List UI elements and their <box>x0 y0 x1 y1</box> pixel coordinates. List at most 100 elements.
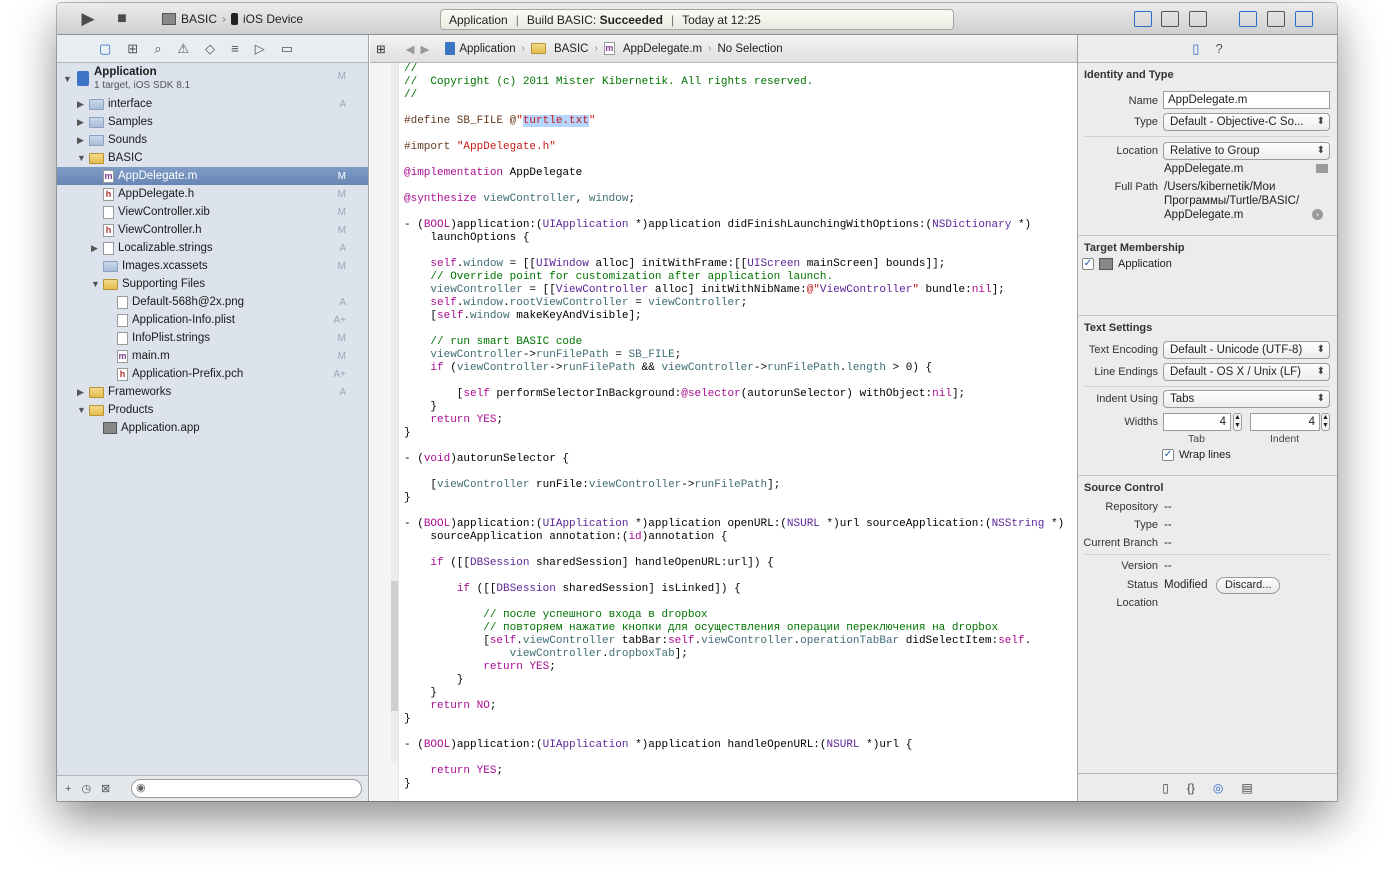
reveal-folder-icon[interactable] <box>1316 164 1328 173</box>
code-line[interactable] <box>404 596 1072 609</box>
code-line[interactable]: if ([[DBSession sharedSession] isLinked]… <box>404 583 1072 596</box>
debug-area-toggle-icon[interactable] <box>1267 11 1285 27</box>
code-line[interactable]: self.window.rootViewController = viewCon… <box>404 297 1072 310</box>
code-text[interactable]: //// Copyright (c) 2011 Mister Kiberneti… <box>404 63 1072 801</box>
crumb-project[interactable]: Application <box>445 42 516 55</box>
code-line[interactable]: return YES; <box>404 765 1072 778</box>
code-line[interactable] <box>404 544 1072 557</box>
tree-item-infoplist-strings[interactable]: InfoPlist.strings M <box>57 329 368 347</box>
navigator-toggle-icon[interactable] <box>1239 11 1257 27</box>
file-template-library-icon[interactable]: ▯ <box>1162 781 1169 795</box>
code-line[interactable]: - (void)autorunSelector { <box>404 453 1072 466</box>
tree-item-application-info-plist[interactable]: Application-Info.plist A+ <box>57 311 368 329</box>
indent-using-popup[interactable]: Tabs <box>1163 390 1330 408</box>
disclosure-triangle-icon[interactable]: ▼ <box>77 153 86 163</box>
code-line[interactable]: // после успешного входа в dropbox <box>404 609 1072 622</box>
crumb-file[interactable]: m AppDelegate.m <box>603 42 702 55</box>
code-line[interactable]: [self.window makeKeyAndVisible]; <box>404 310 1072 323</box>
forward-icon[interactable]: ▶ <box>421 42 430 56</box>
disclosure-triangle-icon[interactable]: ▶ <box>77 117 84 128</box>
code-snippet-library-icon[interactable]: {} <box>1187 781 1195 795</box>
code-line[interactable] <box>404 466 1072 479</box>
code-line[interactable] <box>404 245 1072 258</box>
disclosure-triangle-icon[interactable]: ▼ <box>91 279 100 289</box>
location-popup[interactable]: Relative to Group <box>1163 142 1330 160</box>
code-line[interactable]: // <box>404 63 1072 76</box>
code-line[interactable]: return YES; <box>404 661 1072 674</box>
breakpoint-navigator-icon[interactable]: ▷ <box>255 41 265 57</box>
disclosure-triangle-icon[interactable]: ▶ <box>77 387 84 398</box>
tree-item-supporting-files[interactable]: ▼ Supporting Files <box>57 275 368 293</box>
code-line[interactable] <box>404 323 1072 336</box>
code-line[interactable] <box>404 102 1072 115</box>
tree-item-appdelegate-h[interactable]: h AppDelegate.h M <box>57 185 368 203</box>
project-navigator-icon[interactable]: ▢ <box>99 41 111 57</box>
code-line[interactable]: - (BOOL)application:(UIApplication *)app… <box>404 219 1072 232</box>
wrap-lines-option[interactable]: ✓ Wrap lines <box>1162 449 1231 461</box>
tab-width-stepper[interactable]: ▲ ▼ <box>1233 413 1242 431</box>
issue-navigator-icon[interactable]: ⚠ <box>177 41 189 57</box>
test-navigator-icon[interactable]: ◇ <box>205 41 215 57</box>
code-line[interactable]: } <box>404 713 1072 726</box>
wrap-lines-checkbox[interactable]: ✓ <box>1162 449 1174 461</box>
code-line[interactable]: - (BOOL)application:(UIApplication *)app… <box>404 739 1072 752</box>
code-line[interactable] <box>404 375 1072 388</box>
tree-item-default-568h-2x-png[interactable]: Default-568h@2x.png A <box>57 293 368 311</box>
reveal-arrow-icon[interactable]: › <box>1312 209 1323 220</box>
disclosure-triangle-icon[interactable]: ▶ <box>77 135 84 146</box>
navigator-filter-field[interactable]: ◉ <box>131 779 362 798</box>
standard-editor-icon[interactable] <box>1134 11 1152 27</box>
code-line[interactable] <box>404 128 1072 141</box>
recent-files-icon[interactable]: ◷ <box>81 782 91 795</box>
tree-item-main-m[interactable]: m main.m M <box>57 347 368 365</box>
encoding-popup[interactable]: Default - Unicode (UTF-8) <box>1163 341 1330 359</box>
target-checkbox[interactable]: ✓ <box>1082 258 1094 270</box>
tree-item-viewcontroller-h[interactable]: h ViewController.h M <box>57 221 368 239</box>
code-line[interactable]: return NO; <box>404 700 1072 713</box>
indent-width-field[interactable]: 4 <box>1250 413 1320 431</box>
fold-ribbon-active[interactable] <box>391 581 398 711</box>
code-line[interactable] <box>404 440 1072 453</box>
crumb-symbol[interactable]: No Selection <box>717 43 782 55</box>
code-line[interactable] <box>404 726 1072 739</box>
code-line[interactable]: viewController.dropboxTab]; <box>404 648 1072 661</box>
code-line[interactable]: #define SB_FILE @"turtle.txt" <box>404 115 1072 128</box>
code-line[interactable]: // Copyright (c) 2011 Mister Kibernetik.… <box>404 76 1072 89</box>
code-line[interactable]: [viewController runFile:viewController->… <box>404 479 1072 492</box>
find-navigator-icon[interactable]: ⌕ <box>154 41 161 57</box>
line-endings-popup[interactable]: Default - OS X / Unix (LF) <box>1163 363 1330 381</box>
code-line[interactable] <box>404 505 1072 518</box>
file-inspector-icon[interactable]: ▯ <box>1192 41 1199 57</box>
code-line[interactable]: // повторяем нажатие кнопки для осуществ… <box>404 622 1072 635</box>
tree-item-basic[interactable]: ▼ BASIC <box>57 149 368 167</box>
assistant-editor-icon[interactable] <box>1161 11 1179 27</box>
tree-item-frameworks[interactable]: ▶ Frameworks A <box>57 383 368 401</box>
code-line[interactable]: sourceApplication annotation:(id)annotat… <box>404 531 1072 544</box>
tree-item-application-app[interactable]: Application.app <box>57 419 368 437</box>
indent-width-stepper[interactable]: ▲ ▼ <box>1321 413 1330 431</box>
run-button[interactable]: ▶ <box>79 9 97 28</box>
type-popup[interactable]: Default - Objective-C So... <box>1163 113 1330 131</box>
code-line[interactable] <box>404 154 1072 167</box>
code-line[interactable]: viewController = [[ViewController alloc]… <box>404 284 1072 297</box>
code-line[interactable]: #import "AppDelegate.h" <box>404 141 1072 154</box>
code-line[interactable] <box>404 180 1072 193</box>
tab-width-field[interactable]: 4 <box>1163 413 1231 431</box>
scheme-selector[interactable]: BASIC › iOS Device <box>162 10 303 28</box>
version-editor-icon[interactable] <box>1189 11 1207 27</box>
crumb-group[interactable]: BASIC <box>530 43 588 55</box>
tree-item-application-prefix-pch[interactable]: h Application-Prefix.pch A+ <box>57 365 368 383</box>
code-line[interactable] <box>404 752 1072 765</box>
code-line[interactable]: @implementation AppDelegate <box>404 167 1072 180</box>
code-line[interactable]: // run smart BASIC code <box>404 336 1072 349</box>
object-library-icon[interactable]: ◎ <box>1213 781 1223 795</box>
tree-item-products[interactable]: ▼ Products <box>57 401 368 419</box>
tree-item-images-xcassets[interactable]: Images.xcassets M <box>57 257 368 275</box>
disclosure-triangle-icon[interactable]: ▼ <box>77 405 86 415</box>
name-field[interactable]: AppDelegate.m <box>1163 91 1330 109</box>
log-navigator-icon[interactable]: ▭ <box>281 41 293 57</box>
discard-button[interactable]: Discard... <box>1216 577 1281 594</box>
code-line[interactable]: [self performSelectorInBackground:@selec… <box>404 388 1072 401</box>
debug-navigator-icon[interactable]: ≡ <box>231 41 239 56</box>
media-library-icon[interactable]: ▤ <box>1241 781 1252 795</box>
